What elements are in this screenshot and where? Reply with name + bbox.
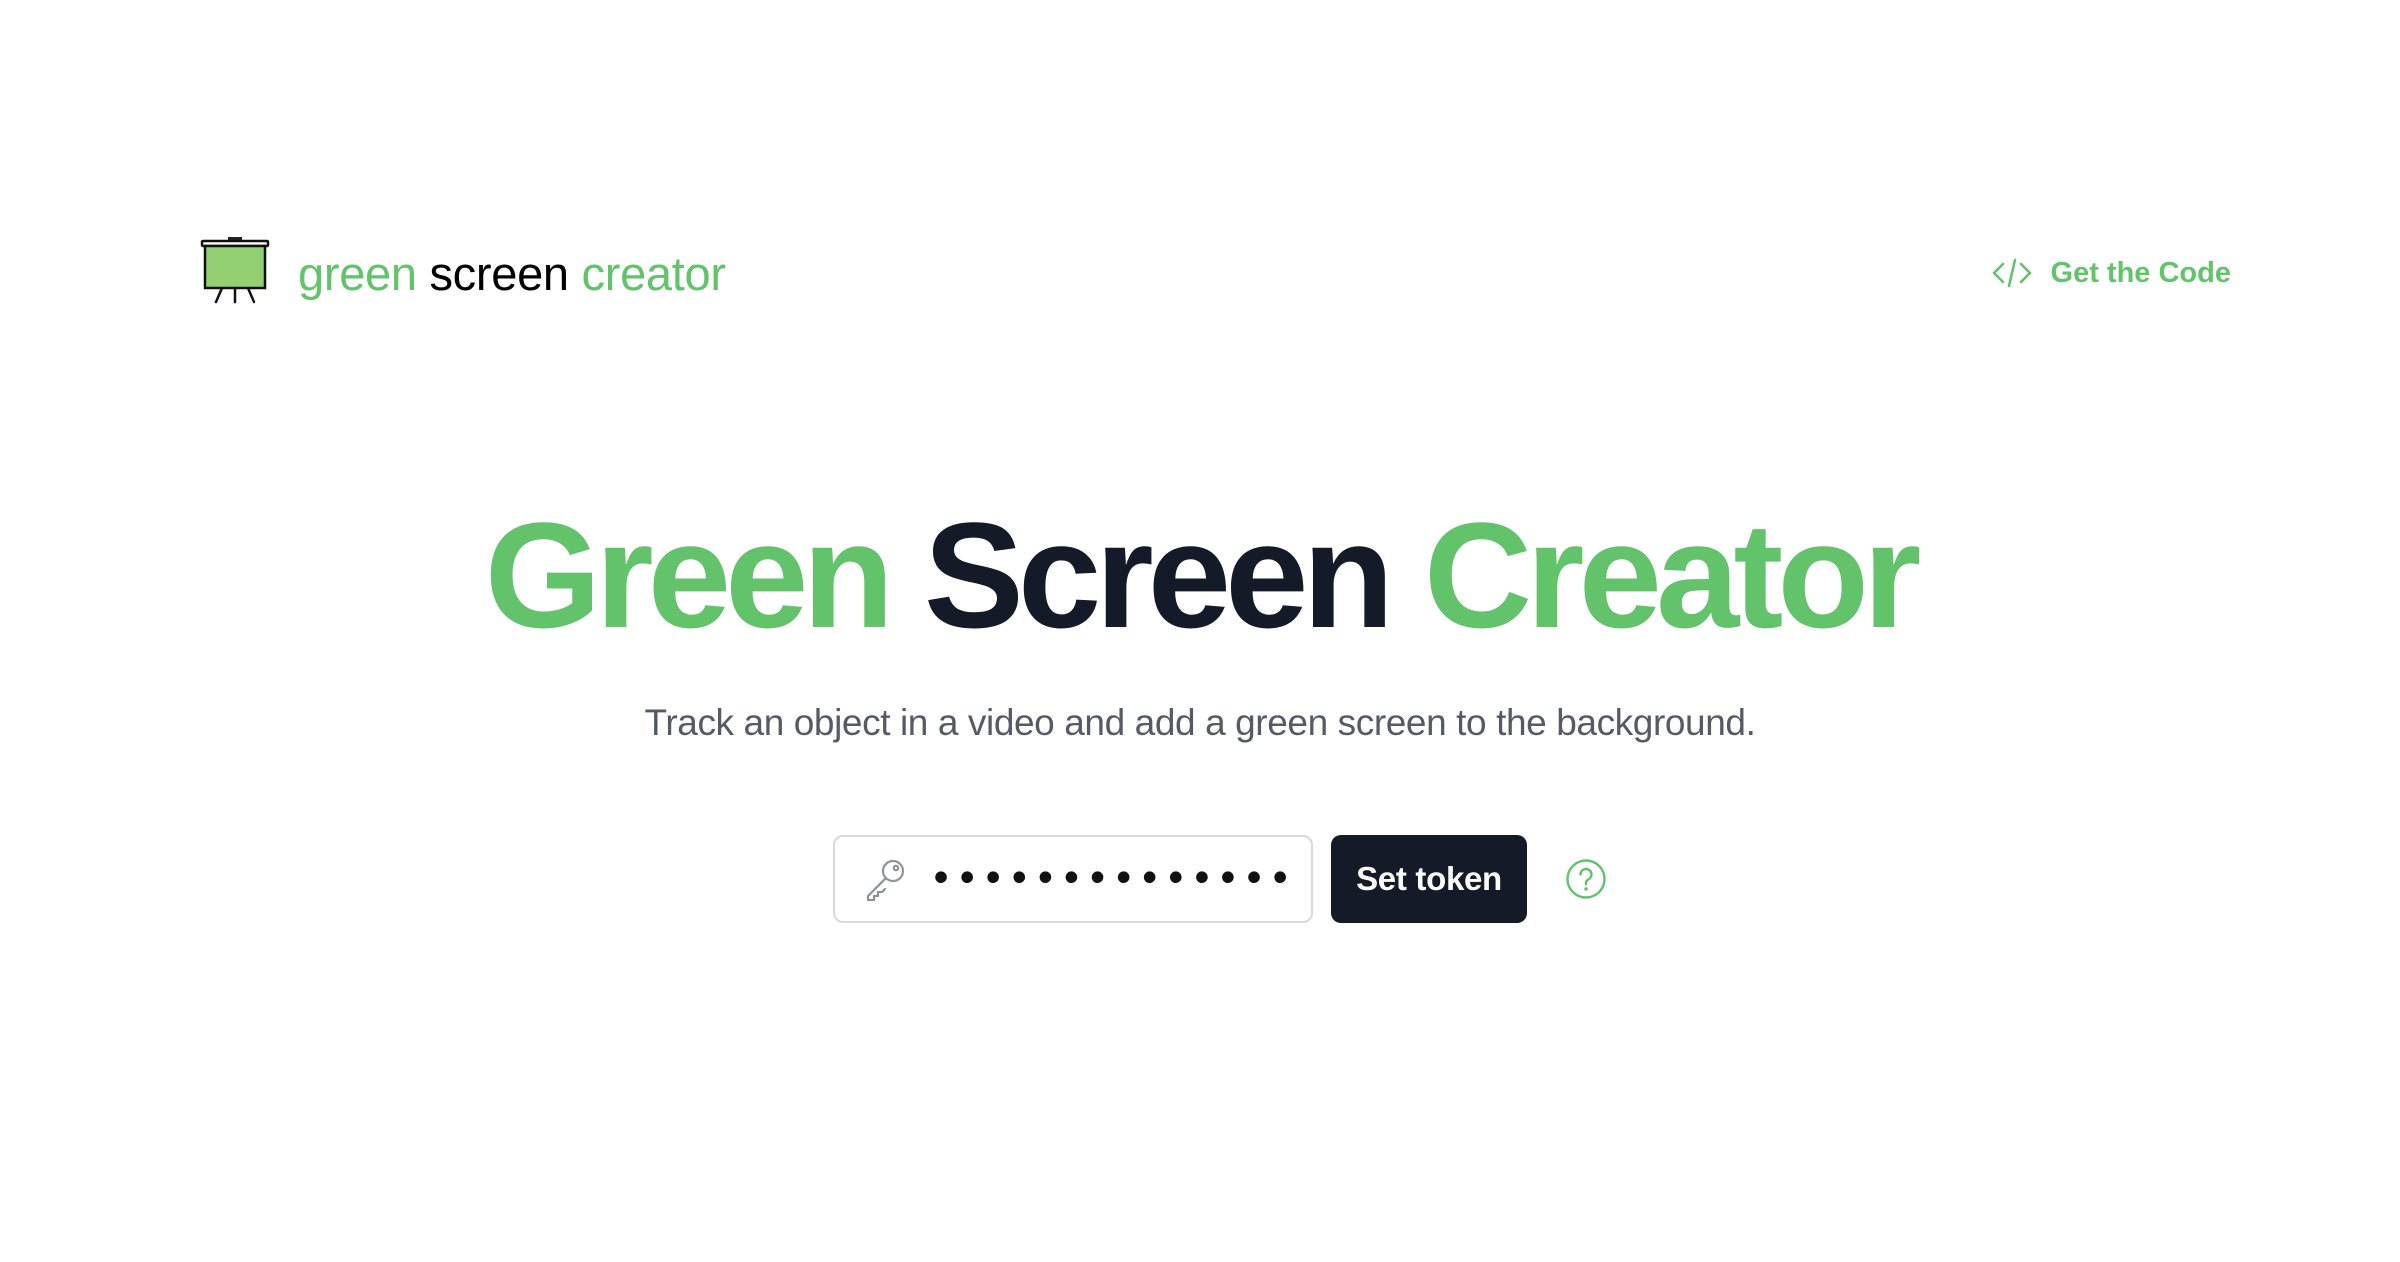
logo-word-creator: creator xyxy=(581,246,726,300)
easel-green-screen-icon xyxy=(200,237,270,304)
logo-word-green: green xyxy=(298,246,417,300)
title-word-screen: Screen xyxy=(923,491,1394,659)
token-field[interactable] xyxy=(833,835,1313,923)
logo-link[interactable]: green screen creator xyxy=(200,236,726,306)
key-icon xyxy=(866,859,905,902)
page-title: Green Screen Creator xyxy=(0,500,2400,650)
title-word-creator: Creator xyxy=(1423,491,1921,659)
token-form: Set token xyxy=(833,835,1607,923)
token-input[interactable] xyxy=(929,849,1289,909)
get-the-code-link[interactable]: Get the Code xyxy=(1991,252,2231,294)
logo-text: green screen creator xyxy=(298,246,726,297)
title-word-green: Green xyxy=(484,491,895,659)
page-subtitle: Track an object in a video and add a gre… xyxy=(644,702,1756,743)
set-token-button[interactable]: Set token xyxy=(1331,835,1527,923)
code-brackets-icon xyxy=(1992,258,2031,288)
question-circle-icon[interactable] xyxy=(1565,858,1607,900)
page: green screen creator Get the Code Green … xyxy=(0,0,2400,1262)
get-the-code-label: Get the Code xyxy=(2050,256,2231,289)
logo-word-screen: screen xyxy=(429,246,569,300)
